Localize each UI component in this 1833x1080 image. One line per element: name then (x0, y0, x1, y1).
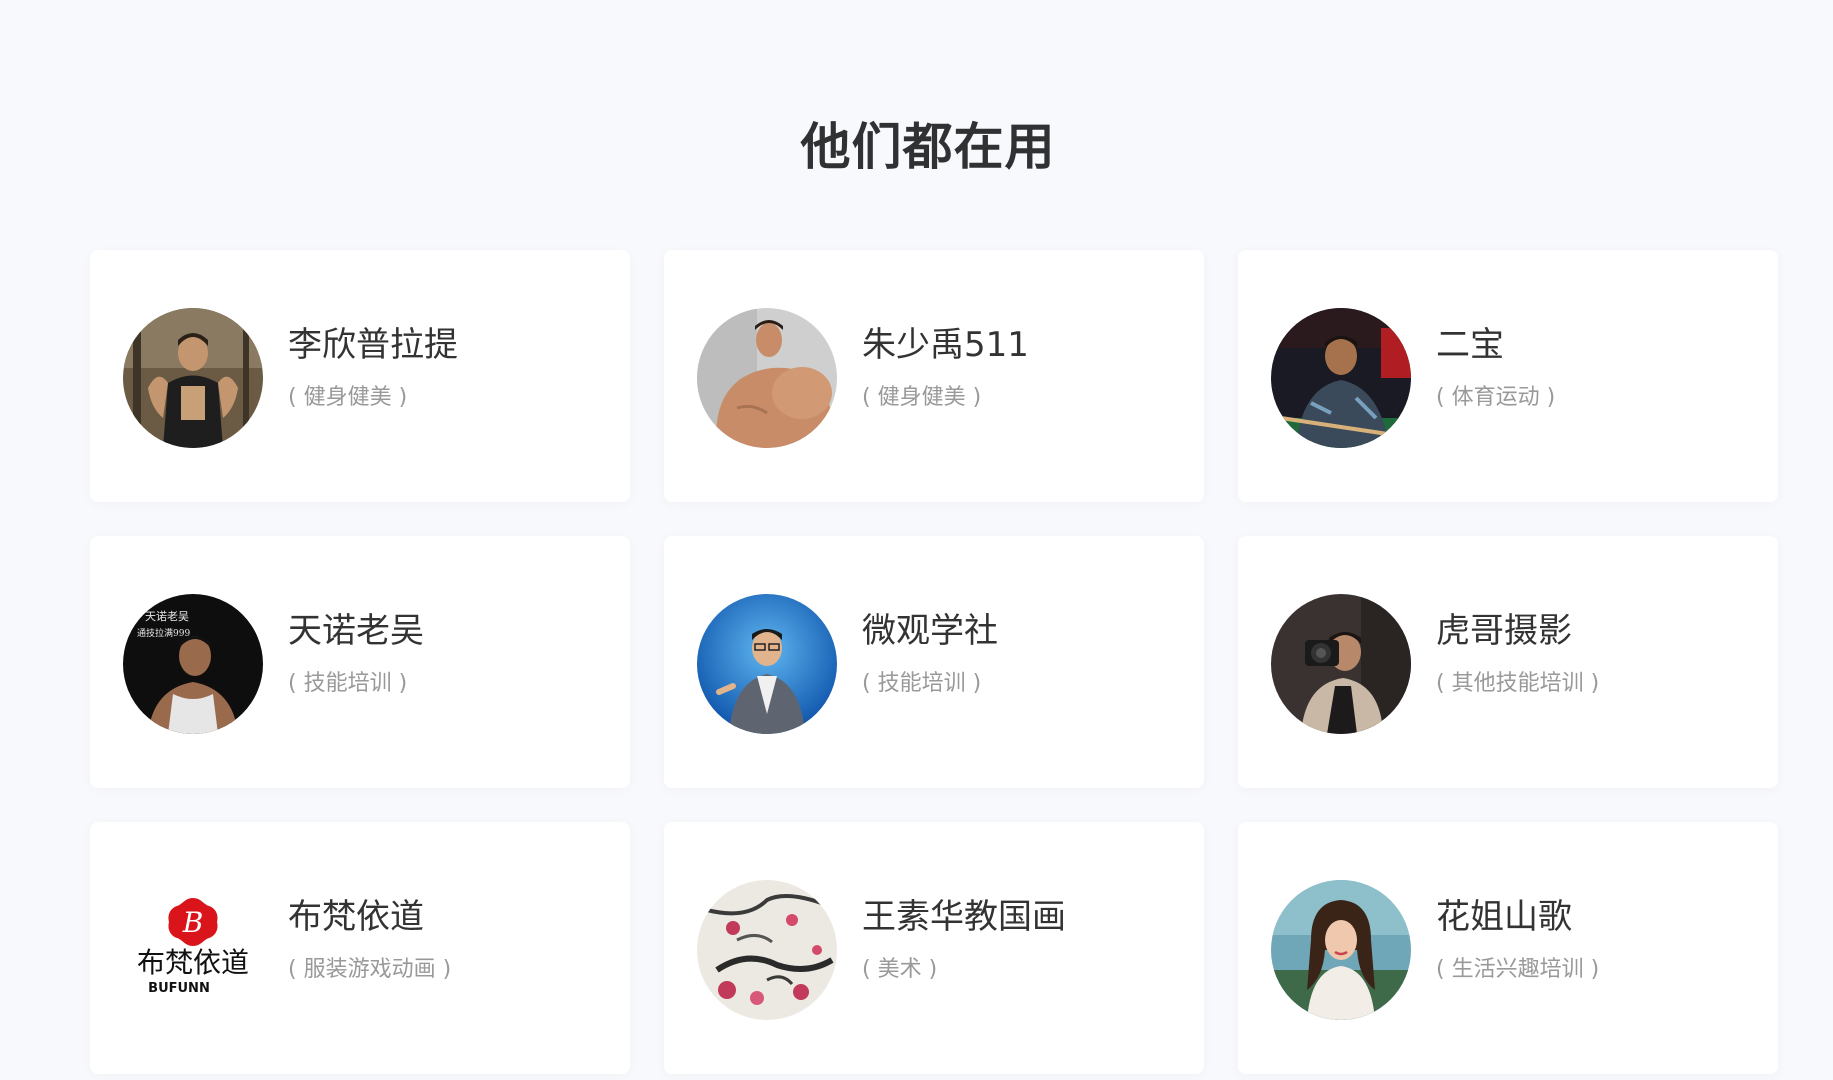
user-category: ( 健身健美 ) (288, 385, 408, 410)
user-card[interactable]: 花姐山歌 ( 生活兴趣培训 ) (1238, 822, 1778, 1074)
user-name: 花姐山歌 (1436, 897, 1572, 937)
user-card[interactable]: 王素华教国画 ( 美术 ) (664, 822, 1204, 1074)
user-name: 王素华教国画 (862, 897, 1066, 937)
user-info: 花姐山歌 ( 生活兴趣培训 ) (1436, 895, 1599, 985)
user-info: 二宝 ( 体育运动 ) (1436, 323, 1555, 413)
user-name: 虎哥摄影 (1436, 611, 1572, 651)
user-info: 李欣普拉提 ( 健身健美 ) (288, 323, 458, 413)
user-category: ( 生活兴趣培训 ) (1436, 957, 1600, 982)
users-showcase-page: 他们都在用 李欣普拉提 ( 健身健美 ) 朱少禹511 (健身健美) 二宝 … (0, 0, 1833, 1080)
user-card[interactable]: 微观学社 ( 技能培训 ) (664, 536, 1204, 788)
fitness-portrait-avatar (123, 308, 263, 448)
svg-text:天诺老吴: 天诺老吴 (145, 610, 189, 623)
section-title: 他们都在用 (800, 118, 1056, 176)
svg-text:通技拉满999: 通技拉满999 (137, 627, 190, 639)
user-category: ( 其他技能培训 ) (1436, 671, 1600, 696)
user-info: 布梵依道 ( 服装游戏动画 ) (288, 895, 451, 985)
user-category: ( 技能培训 ) (288, 671, 408, 696)
user-info: 王素华教国画 ( 美术 ) (862, 895, 1066, 985)
user-category: ( 体育运动 ) (1436, 385, 1556, 410)
user-category: ( 健身健美 ) (862, 385, 982, 410)
logo-text: 布梵依道 (137, 946, 249, 979)
user-category: ( 美术 ) (862, 957, 938, 982)
user-category: ( 服装游戏动画 ) (288, 957, 452, 982)
woman-portrait-avatar (1271, 880, 1411, 1020)
user-card[interactable]: 李欣普拉提 ( 健身健美 ) (90, 250, 630, 502)
user-info: 虎哥摄影 ( 其他技能培训 ) (1436, 609, 1599, 699)
photographer-portrait-avatar (1271, 594, 1411, 734)
user-name: 布梵依道 (288, 897, 424, 937)
user-name: 李欣普拉提 (288, 325, 458, 365)
user-card[interactable]: 二宝 ( 体育运动 ) (1238, 250, 1778, 502)
bodybuilder-portrait-avatar (697, 308, 837, 448)
user-info: 微观学社 ( 技能培训 ) (862, 609, 998, 699)
user-card[interactable]: 天诺老吴 通技拉满999 天诺老吴 ( 技能培训 ) (90, 536, 630, 788)
user-name: 天诺老吴 (288, 611, 424, 651)
speaker-portrait-avatar (697, 594, 837, 734)
brand-logo-avatar: B 布梵依道 BUFUNN (123, 880, 263, 1020)
user-card[interactable]: 朱少禹511 ( 健身健美 ) (664, 250, 1204, 502)
user-name: 微观学社 (862, 611, 998, 651)
user-card[interactable]: B 布梵依道 BUFUNN 布梵依道 ( 服装游戏动画 ) (90, 822, 630, 1074)
user-info: 天诺老吴 ( 技能培训 ) (288, 609, 424, 699)
billiards-portrait-avatar (1271, 308, 1411, 448)
tank-top-portrait-avatar: 天诺老吴 通技拉满999 (123, 594, 263, 734)
logo-subtext: BUFUNN (148, 981, 210, 996)
user-card[interactable]: 虎哥摄影 ( 其他技能培训 ) (1238, 536, 1778, 788)
ink-painting-avatar (697, 880, 837, 1020)
user-info: 朱少禹511 ( 健身健美 ) (862, 323, 1029, 413)
user-category: ( 技能培训 ) (862, 671, 982, 696)
user-card-grid: 李欣普拉提 ( 健身健美 ) 朱少禹511 ( 健身健美 ) 二宝 (体育运动… (90, 250, 1778, 1074)
svg-text:B: B (182, 906, 204, 939)
user-name: 朱少禹511 (862, 325, 1029, 365)
user-name: 二宝 (1436, 325, 1504, 365)
